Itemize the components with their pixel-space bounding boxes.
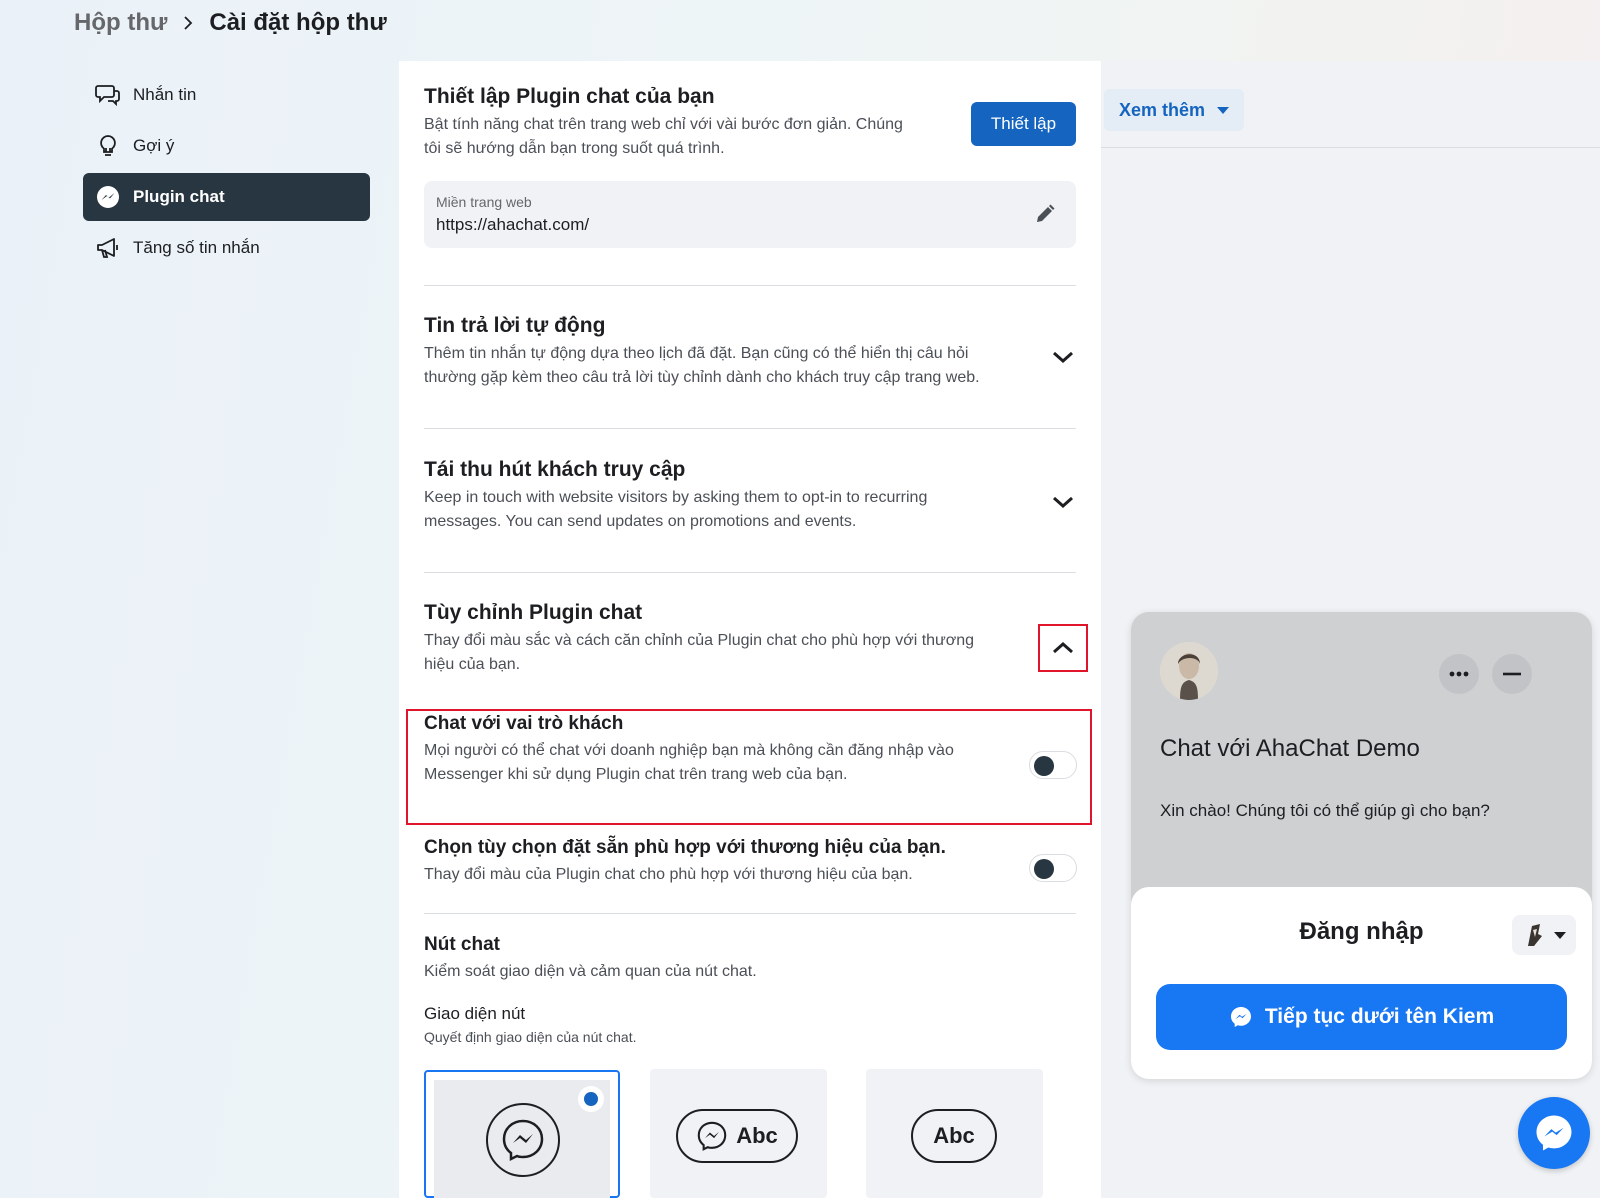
messenger-icon (697, 1121, 727, 1151)
reengage-description: Keep in touch with website visitors by a… (424, 486, 1034, 534)
messenger-icon (502, 1119, 544, 1162)
breadcrumb: Hộp thư Cài đặt hộp thư (74, 6, 387, 40)
messenger-icon (1230, 1007, 1251, 1027)
user-avatar-icon (1528, 924, 1542, 946)
desc-line: Mọi người có thể chat với doanh nghiệp b… (424, 742, 954, 759)
desc-line: tôi sẽ hướng dẫn bạn trong suốt quá trìn… (424, 140, 725, 157)
customize-title: Tùy chỉnh Plugin chat (424, 601, 643, 624)
sidebar-item-label: Nhắn tin (133, 85, 197, 104)
divider (424, 428, 1076, 429)
sidebar-item-messaging[interactable]: Nhắn tin (83, 71, 370, 119)
more-dots-icon (1449, 671, 1469, 677)
see-more-label: Xem thêm (1119, 99, 1206, 120)
caret-down-icon (1217, 106, 1230, 114)
button-style-text-only[interactable]: Abc (866, 1069, 1043, 1198)
domain-label: Miền trang web (436, 194, 532, 210)
reengage-title: Tái thu hút khách truy cập (424, 458, 686, 481)
brand-preset-title: Chọn tùy chọn đặt sẵn phù hợp với thương… (424, 837, 946, 858)
caret-down-icon (1554, 931, 1566, 939)
domain-field[interactable]: Miền trang web https://ahachat.com/ (424, 181, 1076, 248)
auto-reply-description: Thêm tin nhắn tự động dựa theo lịch đã đ… (424, 342, 1034, 390)
desc-line: Thêm tin nhắn tự động dựa theo lịch đã đ… (424, 345, 969, 362)
chevron-down-icon (1053, 351, 1073, 364)
setup-title: Thiết lập Plugin chat của bạn (424, 85, 715, 108)
desc-line: Thay đổi màu sắc và cách căn chỉnh của P… (424, 632, 975, 649)
messenger-icon (1536, 1115, 1572, 1151)
messenger-chat-fab[interactable] (1518, 1097, 1590, 1169)
continue-as-button[interactable]: Tiếp tục dưới tên Kiem (1156, 984, 1567, 1050)
appearance-description: Quyết định giao diện của nút chat. (424, 1029, 637, 1045)
appearance-title: Giao diện nút (424, 1004, 526, 1023)
selected-radio (578, 1086, 604, 1112)
chat-button-title: Nút chat (424, 934, 500, 955)
brand-preset-description: Thay đổi màu của Plugin chat cho phù hợp… (424, 866, 913, 883)
divider (1101, 147, 1600, 148)
pencil-icon[interactable] (1034, 203, 1056, 225)
chat-button-description: Kiểm soát giao diện và cảm quan của nút … (424, 963, 757, 980)
breadcrumb-root-link[interactable]: Hộp thư (74, 9, 167, 37)
chat-greeting: Xin chào! Chúng tôi có thể giúp gì cho b… (1160, 801, 1490, 820)
chat-bubbles-icon (95, 82, 121, 108)
desc-line: Bật tính năng chat trên trang web chỉ vớ… (424, 116, 903, 133)
toggle-knob (1034, 859, 1054, 879)
chevron-right-icon (184, 16, 193, 30)
sidebar-item-suggestions[interactable]: Gợi ý (83, 122, 370, 170)
messenger-icon (95, 184, 121, 210)
desc-line: hiệu của bạn. (424, 656, 521, 673)
desc-line: thường gặp kèm theo câu trả lời tùy chỉn… (424, 369, 980, 386)
button-style-icon-text[interactable]: Abc (650, 1069, 827, 1198)
sidebar: Nhắn tin Gợi ý Plugin chat Tăng số tin n… (83, 71, 370, 275)
expand-auto-reply-button[interactable] (1050, 344, 1076, 370)
pill-label: Abc (933, 1123, 975, 1148)
account-switcher[interactable] (1512, 915, 1576, 955)
settings-panel: Thiết lập Plugin chat của bạn Bật tính n… (399, 61, 1101, 1198)
divider (424, 285, 1076, 286)
divider (424, 913, 1076, 914)
see-more-button[interactable]: Xem thêm (1104, 89, 1244, 131)
sidebar-item-label: Plugin chat (133, 187, 225, 206)
desc-line: Messenger khi sử dụng Plugin chat trên t… (424, 766, 848, 783)
divider (424, 572, 1076, 573)
minus-icon (1503, 672, 1521, 676)
lightbulb-icon (95, 133, 121, 159)
continue-label: Tiếp tục dưới tên Kiem (1264, 1005, 1495, 1028)
avatar (1160, 642, 1218, 700)
collapse-customize-button[interactable] (1038, 624, 1088, 672)
minimize-button[interactable] (1492, 654, 1532, 694)
sidebar-item-label: Gợi ý (133, 136, 175, 155)
chat-title: Chat với AhaChat Demo (1160, 735, 1420, 762)
brand-preset-toggle[interactable] (1029, 854, 1077, 882)
guest-chat-toggle[interactable] (1029, 751, 1077, 779)
setup-button[interactable]: Thiết lập (971, 102, 1076, 146)
chevron-down-icon (1053, 496, 1073, 509)
domain-value: https://ahachat.com/ (436, 215, 590, 234)
desc-line: messages. You can send updates on promot… (424, 513, 857, 530)
page-title: Cài đặt hộp thư (209, 9, 387, 36)
button-style-icon-only[interactable] (424, 1070, 620, 1198)
guest-chat-title: Chat với vai trò khách (424, 713, 624, 734)
icon-text-pill: Abc (676, 1109, 798, 1163)
expand-reengage-button[interactable] (1050, 489, 1076, 515)
text-pill: Abc (911, 1109, 997, 1163)
icon-button-preview (486, 1103, 560, 1177)
pill-label: Abc (736, 1123, 778, 1148)
customize-description: Thay đổi màu sắc và cách căn chỉnh của P… (424, 629, 1034, 677)
guest-chat-description: Mọi người có thể chat với doanh nghiệp b… (424, 739, 1004, 787)
toggle-knob (1034, 756, 1054, 776)
login-sheet: Đăng nhập Tiếp tục dưới tên Kiem (1131, 887, 1592, 1079)
sidebar-item-label: Tăng số tin nhắn (133, 238, 260, 257)
setup-description: Bật tính năng chat trên trang web chỉ vớ… (424, 113, 954, 161)
more-options-button[interactable] (1439, 654, 1479, 694)
auto-reply-title: Tin trả lời tự động (424, 314, 606, 337)
chevron-up-icon (1053, 641, 1073, 654)
sidebar-item-plugin-chat[interactable]: Plugin chat (83, 173, 370, 221)
desc-line: Keep in touch with website visitors by a… (424, 489, 928, 506)
chat-plugin-preview: Chat với AhaChat Demo Xin chào! Chúng tô… (1131, 612, 1592, 1079)
sidebar-item-boost-messages[interactable]: Tăng số tin nhắn (83, 224, 370, 272)
megaphone-icon (95, 235, 121, 261)
